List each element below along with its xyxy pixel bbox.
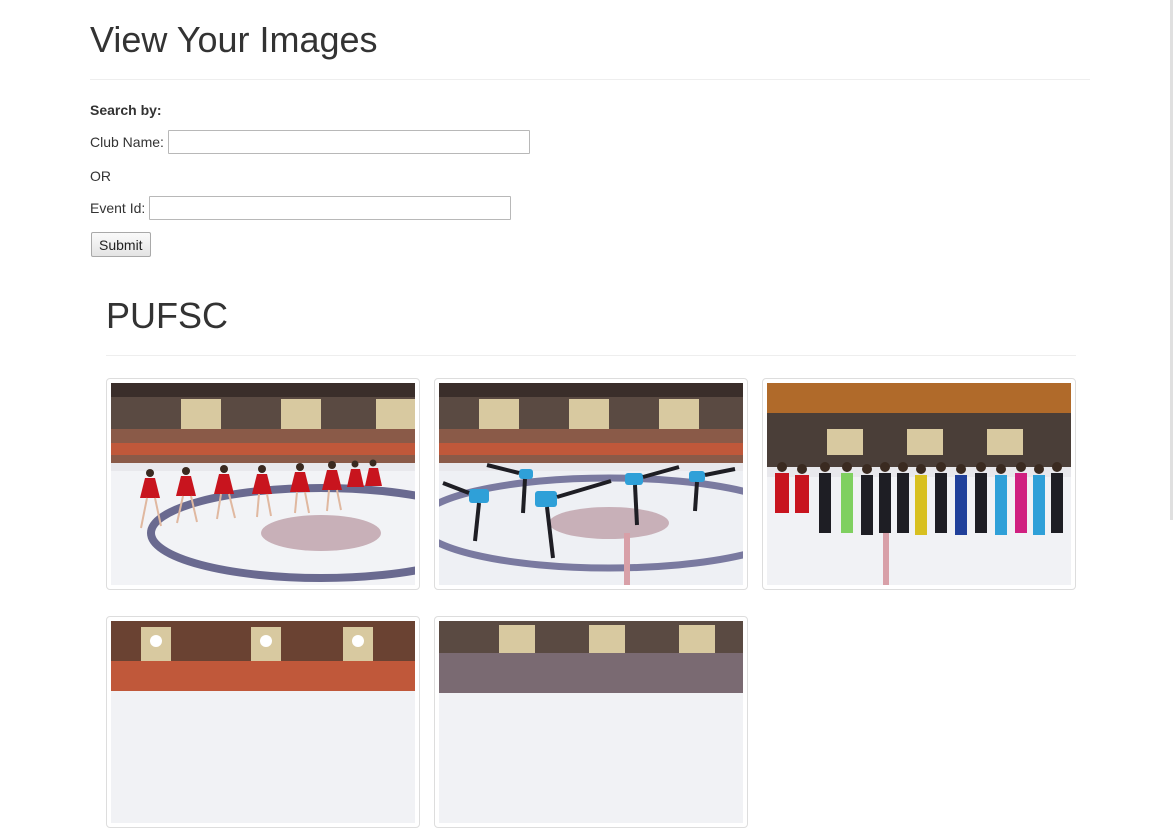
image-thumbnail[interactable] (434, 616, 748, 828)
club-divider (106, 355, 1076, 356)
submit-button[interactable]: Submit (91, 232, 151, 257)
club-name-input[interactable] (167, 130, 530, 154)
photo-team-group (767, 383, 1071, 585)
photo-skaters-blue-spirals (439, 383, 743, 585)
club-name-row: Club Name: (90, 130, 530, 154)
photo-skaters-arms-raised (111, 621, 415, 823)
photo-arena-crowd (439, 621, 743, 823)
image-thumbnail[interactable] (106, 616, 420, 828)
or-separator: OR (90, 168, 111, 184)
event-id-label: Event Id: (90, 200, 146, 216)
title-divider (90, 79, 1090, 80)
club-section: PUFSC (106, 295, 1076, 828)
photo-skaters-red-dresses (111, 383, 415, 585)
search-heading: Search by: (90, 102, 162, 118)
club-name-label: Club Name: (90, 134, 164, 150)
page-title: View Your Images (90, 19, 378, 60)
club-heading: PUFSC (106, 295, 229, 336)
image-thumbnail[interactable] (434, 378, 748, 590)
event-id-input[interactable] (149, 196, 512, 220)
image-thumbnail[interactable] (106, 378, 420, 590)
event-id-row: Event Id: (90, 196, 512, 220)
image-thumbnail[interactable] (762, 378, 1076, 590)
